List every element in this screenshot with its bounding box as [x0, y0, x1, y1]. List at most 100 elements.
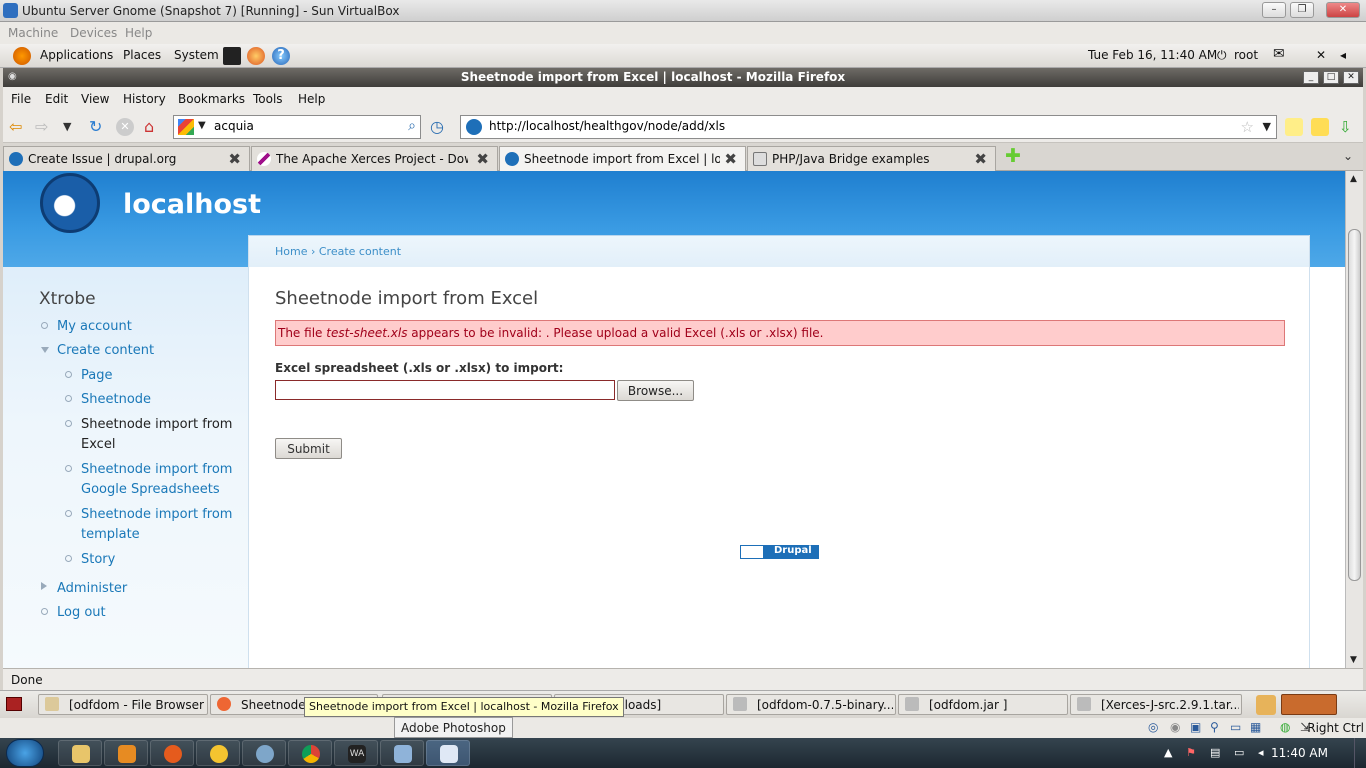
taskbar-network[interactable]: [242, 740, 286, 766]
tray-device-icon[interactable]: ▤: [1210, 746, 1224, 760]
powered-by-drupal-badge[interactable]: Drupal: [740, 545, 819, 559]
firefox-maximize-button[interactable]: □: [1323, 71, 1339, 84]
menu-help[interactable]: Help: [125, 26, 152, 40]
taskbar-messenger[interactable]: [196, 740, 240, 766]
url-dropdown-icon[interactable]: ▼: [1263, 120, 1271, 133]
trash-icon[interactable]: [1256, 695, 1276, 715]
bookmarks-icon[interactable]: [1285, 118, 1303, 136]
taskbar-explorer[interactable]: [58, 740, 102, 766]
bookmark-star-icon[interactable]: ☆: [1241, 118, 1254, 136]
scroll-thumb[interactable]: [1348, 229, 1361, 581]
sidebar-item-sheetnode[interactable]: Sheetnode: [81, 390, 151, 410]
scroll-up-icon[interactable]: ▲: [1350, 174, 1357, 184]
reload-icon[interactable]: ↻: [89, 118, 107, 136]
menu-edit[interactable]: Edit: [45, 92, 68, 106]
scroll-down-icon[interactable]: ▼: [1350, 655, 1357, 665]
taskbar-winamp[interactable]: WA: [334, 740, 378, 766]
cd-icon[interactable]: ◉: [1170, 720, 1180, 734]
taskbar-firefox[interactable]: [150, 740, 194, 766]
new-tab-icon[interactable]: ✚: [1005, 145, 1021, 167]
power-icon[interactable]: ⏻: [1217, 48, 1227, 63]
network-icon[interactable]: ✕: [1316, 48, 1326, 62]
network-adapter-icon[interactable]: ▣: [1190, 720, 1201, 734]
virtualization-icon[interactable]: ◍: [1280, 720, 1290, 734]
home-icon[interactable]: ⌂: [144, 118, 162, 136]
menu-machine[interactable]: Machine: [8, 26, 58, 40]
tray-volume-icon[interactable]: ◂: [1258, 746, 1272, 760]
taskbar-chrome[interactable]: [288, 740, 332, 766]
tab-apache-xerces[interactable]: The Apache Xerces Project - Dow... ✖: [251, 146, 498, 171]
stop-icon[interactable]: ✕: [116, 118, 134, 136]
tab-sheetnode-import[interactable]: Sheetnode import from Excel | loc... ✖: [499, 146, 746, 171]
sidebar-item-import-excel[interactable]: Sheetnode import from Excel: [81, 415, 236, 455]
maximize-button[interactable]: ❐: [1290, 2, 1314, 18]
action-center-icon[interactable]: ⚑: [1186, 746, 1200, 760]
menu-file[interactable]: File: [11, 92, 31, 106]
menu-view[interactable]: View: [81, 92, 109, 106]
site-name[interactable]: localhost: [123, 189, 261, 220]
download-icon[interactable]: ⇩: [1339, 118, 1357, 136]
tab-close-icon[interactable]: ✖: [724, 150, 737, 168]
firefox-tray-button[interactable]: [1281, 694, 1337, 715]
tray-expand-icon[interactable]: ▲: [1164, 746, 1178, 760]
task-file-browser[interactable]: [odfdom - File Browser]: [38, 694, 208, 715]
sidebar-item-story[interactable]: Story: [81, 550, 115, 570]
tab-close-icon[interactable]: ✖: [228, 150, 241, 168]
firefox-launcher-icon[interactable]: [247, 47, 265, 65]
sidebar-item-create-content[interactable]: Create content: [57, 341, 154, 361]
taskbar-media-player[interactable]: [104, 740, 148, 766]
minimize-button[interactable]: –: [1262, 2, 1286, 18]
file-upload-input[interactable]: [275, 380, 615, 400]
clock-icon[interactable]: ◷: [430, 118, 448, 136]
task-odfdom-binary[interactable]: [odfdom-0.7.5-binary....: [726, 694, 896, 715]
browse-button[interactable]: Browse...: [617, 380, 694, 401]
menu-system[interactable]: System: [174, 48, 219, 62]
hard-disk-icon[interactable]: ◎: [1148, 720, 1158, 734]
firefox-close-button[interactable]: ✕: [1343, 71, 1359, 84]
usb-icon[interactable]: ⚲: [1210, 720, 1219, 734]
search-bar[interactable]: ▼ ⌕: [173, 115, 421, 139]
search-input[interactable]: [214, 119, 394, 133]
capture-icon[interactable]: ▦: [1250, 720, 1261, 734]
windows-start-button[interactable]: [6, 739, 44, 767]
terminal-icon[interactable]: [223, 47, 241, 65]
tab-close-icon[interactable]: ✖: [476, 150, 489, 168]
vertical-scrollbar[interactable]: ▲ ▼: [1345, 171, 1363, 668]
menu-help-ff[interactable]: Help: [298, 92, 325, 106]
sidebar-item-import-google[interactable]: Sheetnode import from Google Spreadsheet…: [81, 460, 241, 500]
breadcrumb[interactable]: Home › Create content: [275, 245, 401, 258]
close-button[interactable]: ✕: [1326, 2, 1360, 18]
tab-list-icon[interactable]: ⌄: [1343, 149, 1353, 163]
search-magnifier-icon[interactable]: ⌕: [408, 118, 416, 134]
mail-icon[interactable]: ✉: [1273, 46, 1285, 62]
sidebar-item-page[interactable]: Page: [81, 366, 112, 386]
firefox-minimize-button[interactable]: _: [1303, 71, 1319, 84]
forward-icon[interactable]: ⇨: [35, 118, 53, 136]
url-bar[interactable]: ☆ ▼: [460, 115, 1277, 139]
back-icon[interactable]: ⇦: [9, 118, 27, 136]
menu-tools[interactable]: Tools: [253, 92, 283, 106]
search-engine-icon[interactable]: [178, 119, 194, 135]
drupal-logo-icon[interactable]: [40, 173, 100, 233]
history-dropdown-icon[interactable]: ▼: [63, 118, 81, 136]
search-engine-dropdown-icon[interactable]: ▼: [198, 120, 206, 131]
sidebar-item-my-account[interactable]: My account: [57, 317, 132, 337]
task-xerces[interactable]: [Xerces-J-src.2.9.1.tar....: [1070, 694, 1242, 715]
help-icon[interactable]: ?: [272, 47, 290, 65]
show-desktop-icon[interactable]: [6, 697, 22, 711]
tab-php-java-bridge[interactable]: PHP/Java Bridge examples ✖: [747, 146, 996, 171]
shared-folder-icon[interactable]: ▭: [1230, 720, 1241, 734]
url-input[interactable]: [489, 119, 1229, 133]
add-bookmark-icon[interactable]: [1311, 118, 1329, 136]
volume-icon[interactable]: ◂: [1340, 48, 1346, 62]
tab-create-issue[interactable]: Create Issue | drupal.org ✖: [3, 146, 250, 171]
menu-places[interactable]: Places: [123, 48, 161, 62]
menu-devices[interactable]: Devices: [70, 26, 117, 40]
windows-clock[interactable]: 11:40 AM: [1271, 746, 1328, 760]
menu-bookmarks[interactable]: Bookmarks: [178, 92, 245, 106]
menu-history[interactable]: History: [123, 92, 166, 106]
show-desktop-button[interactable]: [1354, 738, 1366, 768]
sidebar-item-log-out[interactable]: Log out: [57, 603, 106, 623]
sidebar-item-import-template[interactable]: Sheetnode import from template: [81, 505, 236, 545]
sidebar-item-administer[interactable]: Administer: [57, 579, 127, 599]
